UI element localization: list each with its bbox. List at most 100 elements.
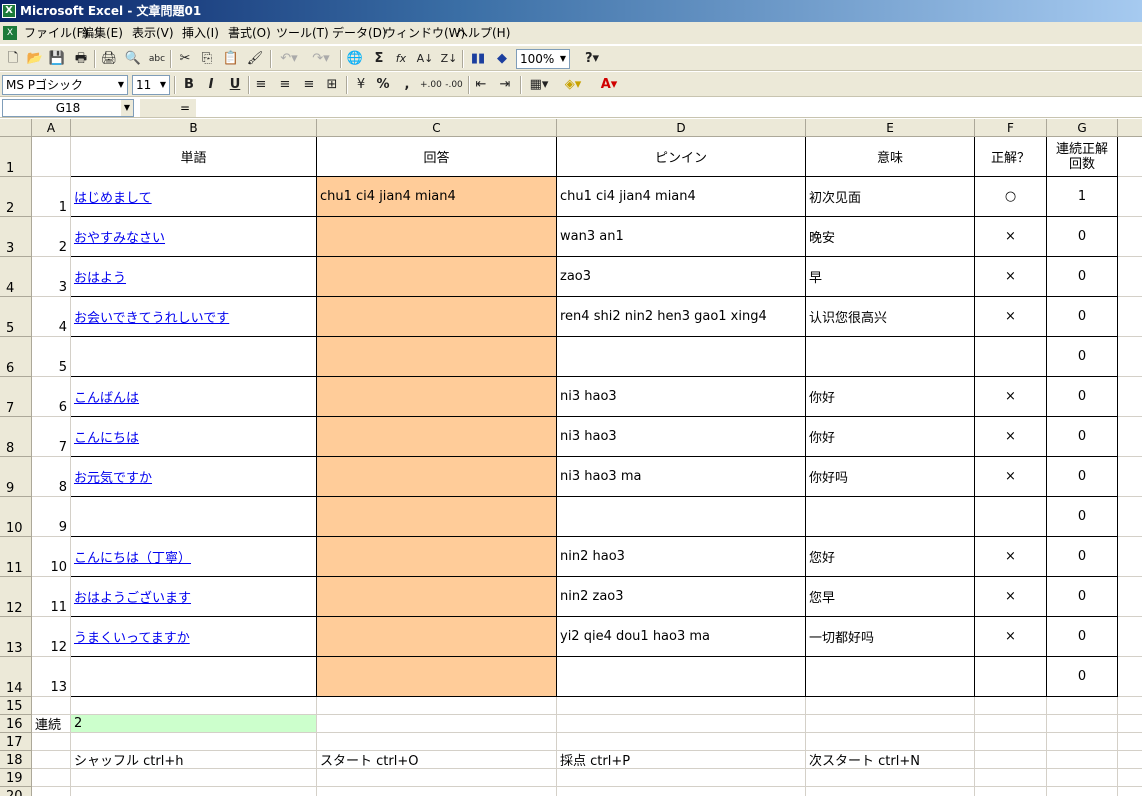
cell-meaning[interactable] bbox=[806, 497, 975, 537]
column-header-f[interactable]: F bbox=[975, 119, 1047, 137]
chevron-down-icon[interactable]: ▼ bbox=[115, 76, 127, 94]
cell-meaning[interactable]: 一切都好吗 bbox=[806, 617, 975, 657]
cell-meaning[interactable] bbox=[806, 657, 975, 697]
row-header-6[interactable]: 6 bbox=[0, 337, 32, 377]
bold-button[interactable]: B bbox=[180, 75, 198, 95]
cell-a1[interactable] bbox=[32, 137, 71, 177]
merge-center-icon[interactable]: ⊞ bbox=[322, 75, 342, 95]
cell-correct[interactable]: × bbox=[975, 217, 1047, 257]
cell-streak[interactable]: 0 bbox=[1047, 217, 1118, 257]
cell-empty[interactable] bbox=[1047, 751, 1118, 769]
cell-meaning[interactable]: 晚安 bbox=[806, 217, 975, 257]
row-header-7[interactable]: 7 bbox=[0, 377, 32, 417]
cell-word[interactable]: お会いできてうれしいです bbox=[71, 297, 317, 337]
print-icon[interactable]: 🖨 bbox=[100, 49, 118, 69]
cell-empty[interactable] bbox=[1047, 697, 1118, 715]
cell-word[interactable]: おやすみなさい bbox=[71, 217, 317, 257]
autosum-icon[interactable]: Σ bbox=[370, 49, 388, 69]
cell-empty[interactable] bbox=[975, 751, 1047, 769]
cell-pinyin[interactable]: ren4 shi2 nin2 hen3 gao1 xing4 bbox=[557, 297, 806, 337]
column-header-b[interactable]: B bbox=[71, 119, 317, 137]
cell-empty[interactable] bbox=[975, 769, 1047, 787]
align-center-icon[interactable]: ≡ bbox=[276, 75, 294, 95]
header-word[interactable]: 単語 bbox=[71, 137, 317, 177]
sort-descending-icon[interactable]: Z↓ bbox=[440, 49, 458, 69]
cell-empty[interactable] bbox=[71, 769, 317, 787]
cell-correct[interactable] bbox=[975, 497, 1047, 537]
column-header-c[interactable]: C bbox=[317, 119, 557, 137]
column-header-e[interactable]: E bbox=[806, 119, 975, 137]
cell-empty[interactable] bbox=[1118, 733, 1142, 751]
cell-empty[interactable] bbox=[806, 715, 975, 733]
menu-insert[interactable]: 挿入(I) bbox=[180, 22, 221, 44]
cell-word[interactable]: うまくいってますか bbox=[71, 617, 317, 657]
cell-answer[interactable] bbox=[317, 377, 557, 417]
percent-icon[interactable]: % bbox=[374, 75, 392, 95]
cell-empty[interactable] bbox=[32, 697, 71, 715]
cell-pinyin[interactable]: ni3 hao3 ma bbox=[557, 457, 806, 497]
cell-word[interactable]: こんにちは bbox=[71, 417, 317, 457]
cell-empty[interactable] bbox=[557, 733, 806, 751]
cell-pinyin[interactable]: ni3 hao3 bbox=[557, 417, 806, 457]
cell-empty[interactable] bbox=[557, 769, 806, 787]
cell-correct[interactable]: × bbox=[975, 537, 1047, 577]
menu-tools[interactable]: ツール(T) bbox=[274, 22, 331, 44]
cell-correct[interactable]: × bbox=[975, 257, 1047, 297]
cell-number[interactable]: 1 bbox=[32, 177, 71, 217]
row-header-13[interactable]: 13 bbox=[0, 617, 32, 657]
row-header-11[interactable]: 11 bbox=[0, 537, 32, 577]
cell-number[interactable]: 10 bbox=[32, 537, 71, 577]
font-size-select[interactable]: 11 ▼ bbox=[132, 75, 170, 95]
cell-word[interactable]: はじめまして bbox=[71, 177, 317, 217]
row-header-8[interactable]: 8 bbox=[0, 417, 32, 457]
row-header-1[interactable]: 1 bbox=[0, 137, 32, 177]
cell-answer[interactable] bbox=[317, 497, 557, 537]
cell-number[interactable]: 2 bbox=[32, 217, 71, 257]
cell-number[interactable]: 12 bbox=[32, 617, 71, 657]
align-left-icon[interactable]: ≡ bbox=[252, 75, 270, 95]
row-header-2[interactable]: 2 bbox=[0, 177, 32, 217]
cell-meaning[interactable]: 认识您很高兴 bbox=[806, 297, 975, 337]
hyperlink-icon[interactable]: 🌐 bbox=[346, 49, 364, 69]
cell-meaning[interactable]: 您早 bbox=[806, 577, 975, 617]
cell-empty[interactable] bbox=[1118, 537, 1142, 577]
row-header-17[interactable]: 17 bbox=[0, 733, 32, 751]
cell-answer[interactable] bbox=[317, 297, 557, 337]
cell-word[interactable]: こんにちは（丁寧） bbox=[71, 537, 317, 577]
cell-empty[interactable] bbox=[71, 787, 317, 796]
cell-empty[interactable] bbox=[317, 769, 557, 787]
chart-wizard-icon[interactable]: ▮▮ bbox=[468, 49, 488, 69]
cell-empty[interactable] bbox=[317, 697, 557, 715]
cell-empty[interactable] bbox=[32, 751, 71, 769]
decrease-indent-icon[interactable]: ⇤ bbox=[472, 75, 490, 95]
cell-empty[interactable] bbox=[32, 787, 71, 796]
cell-empty[interactable] bbox=[1118, 697, 1142, 715]
currency-icon[interactable]: ¥ bbox=[352, 75, 370, 95]
cell-empty[interactable] bbox=[975, 715, 1047, 733]
chevron-down-icon[interactable]: ▼ bbox=[121, 100, 133, 116]
cell-empty[interactable] bbox=[32, 733, 71, 751]
increase-decimal-icon[interactable]: +.00 bbox=[420, 75, 442, 95]
cell-streak[interactable]: 0 bbox=[1047, 617, 1118, 657]
cell-word[interactable]: お元気ですか bbox=[71, 457, 317, 497]
streak-label[interactable]: 連続 bbox=[32, 715, 71, 733]
shortcut-start[interactable]: スタート ctrl+O bbox=[317, 751, 557, 769]
cell-number[interactable]: 9 bbox=[32, 497, 71, 537]
cell-number[interactable]: 7 bbox=[32, 417, 71, 457]
select-all-corner[interactable] bbox=[0, 119, 32, 137]
format-painter-icon[interactable]: 🖌 bbox=[246, 49, 264, 69]
cut-icon[interactable]: ✂ bbox=[176, 49, 194, 69]
cell-streak[interactable]: 0 bbox=[1047, 537, 1118, 577]
cell-empty[interactable] bbox=[1118, 617, 1142, 657]
chevron-down-icon[interactable]: ▼ bbox=[157, 76, 169, 94]
cell-number[interactable]: 4 bbox=[32, 297, 71, 337]
cell-empty[interactable] bbox=[71, 733, 317, 751]
cell-empty[interactable] bbox=[317, 733, 557, 751]
cell-empty[interactable] bbox=[32, 769, 71, 787]
cell-empty[interactable] bbox=[1047, 715, 1118, 733]
cell-streak[interactable]: 0 bbox=[1047, 337, 1118, 377]
header-answer[interactable]: 回答 bbox=[317, 137, 557, 177]
cell-empty[interactable] bbox=[1118, 177, 1142, 217]
cell-correct[interactable]: × bbox=[975, 617, 1047, 657]
cell-empty[interactable] bbox=[1118, 377, 1142, 417]
